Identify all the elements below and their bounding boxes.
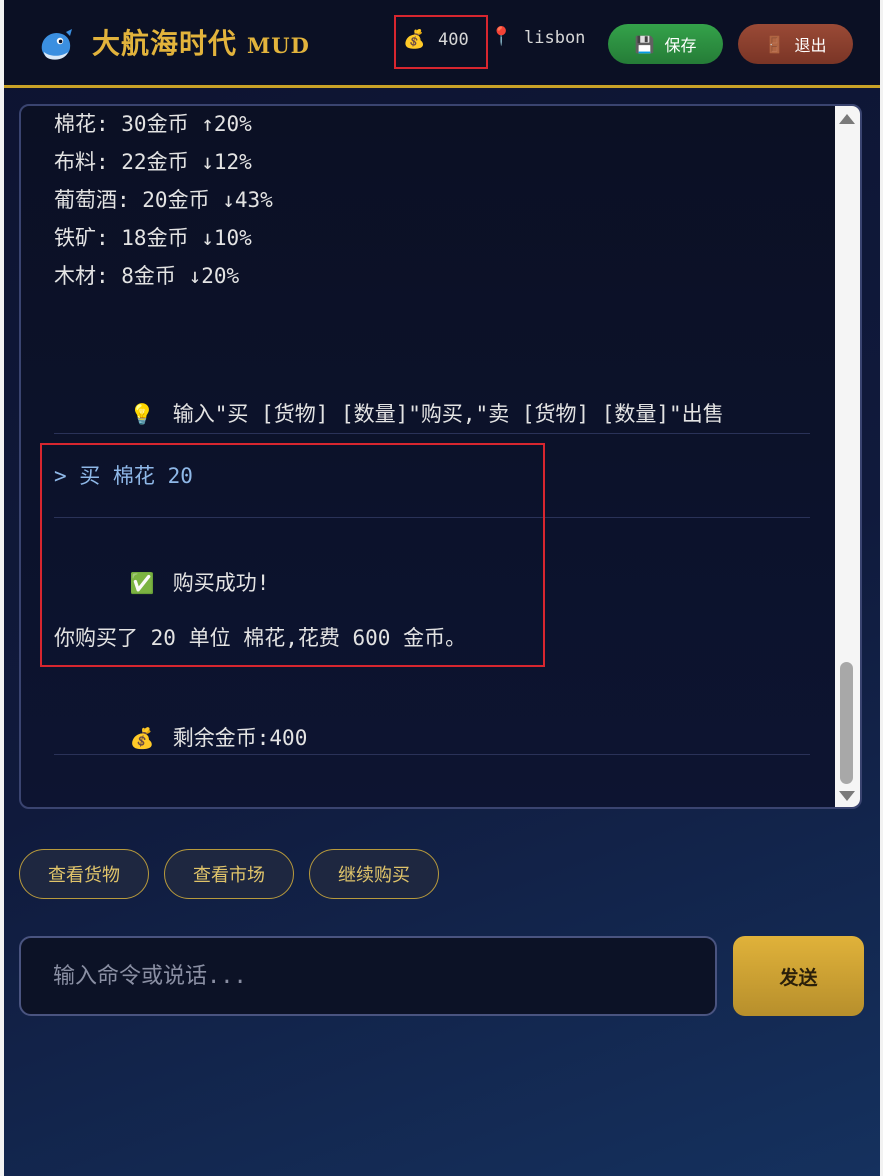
gold-value: 400 <box>438 30 469 50</box>
gold-counter: 💰 400 <box>394 15 488 69</box>
top-bar: 大航海时代 MUD 💰 400 📍 lisbon 💾 保存 🚪 退出 <box>4 0 880 88</box>
window-frame-left <box>0 0 4 1176</box>
highlight-annotation-box <box>40 443 545 667</box>
scroll-down-arrow-icon[interactable] <box>839 791 855 801</box>
quick-action-continue-buying[interactable]: 继续购买 <box>309 849 439 899</box>
location-pin-icon: 📍 <box>490 26 513 47</box>
app-title: 大航海时代 MUD <box>92 22 310 66</box>
log-divider <box>54 433 810 434</box>
command-input[interactable] <box>19 936 717 1016</box>
location-value: lisbon <box>524 28 586 48</box>
app-title-text: 大航海时代 <box>92 27 238 60</box>
market-line: 木材: 8金币 ↓20% <box>54 264 240 288</box>
hint-line: 💡 输入"买 [货物] [数量]"购买,"卖 [货物] [数量]"出售 <box>54 374 724 452</box>
door-icon: 🚪 <box>764 34 785 54</box>
remaining-gold-line: 💰 剩余金币:400 <box>54 698 307 776</box>
scrollbar-thumb[interactable] <box>840 662 853 784</box>
exit-button-label: 退出 <box>794 36 827 55</box>
market-line: 棉花: 30金币 ↑20% <box>54 112 252 136</box>
hint-text: 输入"买 [货物] [数量]"购买,"卖 [货物] [数量]"出售 <box>172 402 724 426</box>
scroll-up-arrow-icon[interactable] <box>839 114 855 124</box>
quick-action-view-market[interactable]: 查看市场 <box>164 849 294 899</box>
market-line: 铁矿: 18金币 ↓10% <box>54 226 252 250</box>
money-bag-icon: 💰 <box>403 29 426 50</box>
log-scrollbar[interactable] <box>835 106 860 807</box>
money-bag-icon: 💰 <box>129 726 155 750</box>
exit-button[interactable]: 🚪 退出 <box>738 24 853 64</box>
market-line: 布料: 22金币 ↓12% <box>54 150 252 174</box>
market-line: 葡萄酒: 20金币 ↓43% <box>54 188 273 212</box>
send-button[interactable]: 发送 <box>733 936 864 1016</box>
quick-action-view-cargo[interactable]: 查看货物 <box>19 849 149 899</box>
log-divider <box>54 754 810 755</box>
remaining-gold-text: 剩余金币:400 <box>172 726 308 750</box>
floppy-disk-icon: 💾 <box>634 34 655 54</box>
save-button-label: 保存 <box>664 36 697 55</box>
save-button[interactable]: 💾 保存 <box>608 24 723 64</box>
whale-logo-icon <box>41 29 72 60</box>
app-title-suffix: MUD <box>247 33 310 58</box>
lightbulb-icon: 💡 <box>129 402 155 426</box>
